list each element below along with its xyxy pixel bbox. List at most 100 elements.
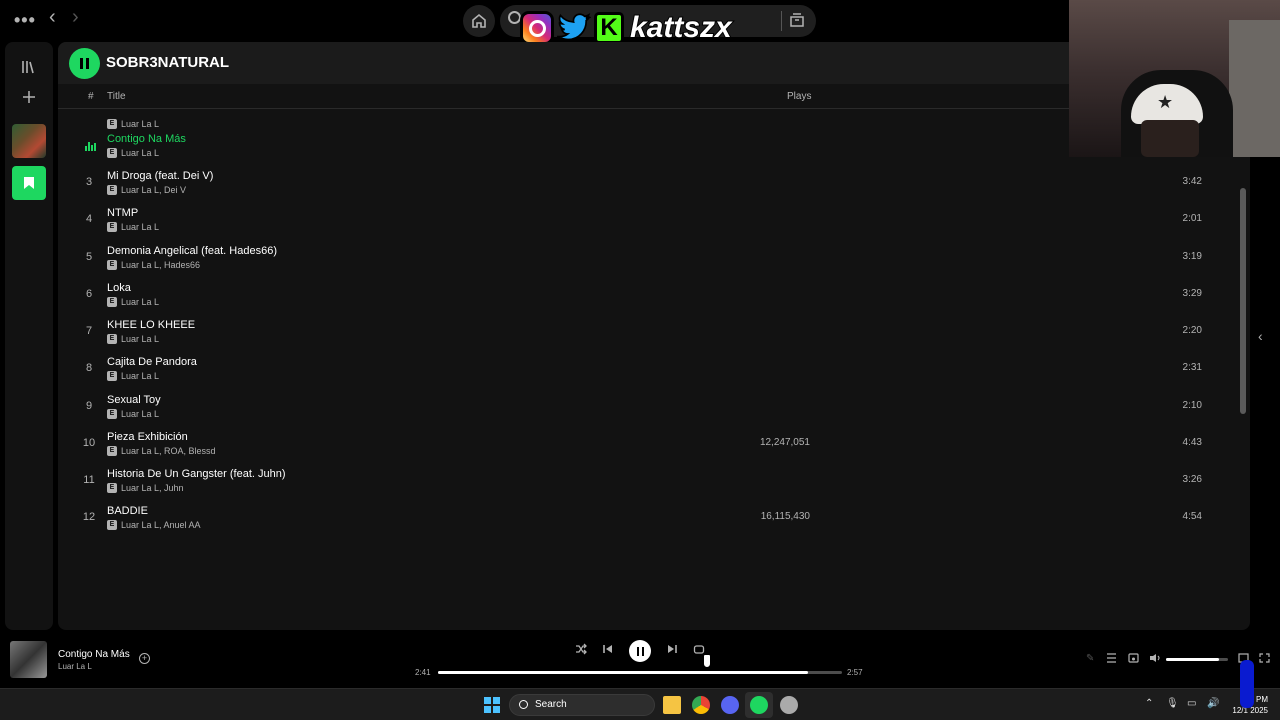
- back-arrow-icon[interactable]: ‹: [49, 6, 56, 29]
- track-number: 3: [85, 176, 93, 188]
- microphone-icon[interactable]: 🎙: [1166, 698, 1179, 709]
- explicit-badge: E: [107, 297, 117, 307]
- explicit-badge: E: [107, 185, 117, 195]
- track-row[interactable]: 3 Mi Droga (feat. Dei V) E Luar La L, Dei…: [58, 165, 1250, 202]
- instagram-icon: [520, 11, 554, 45]
- windows-taskbar: Search ⌃ 🎙 ▭ 🔊 8 PM 12/1 2025: [0, 688, 1280, 720]
- track-row[interactable]: 8 Cajita De Pandora E Luar La L 2:31: [58, 351, 1250, 388]
- previous-track-icon[interactable]: [602, 643, 614, 655]
- explicit-badge: E: [107, 446, 117, 456]
- now-playing-bar: Contigo Na Más Luar La L + 2:41 2:57 ✎: [0, 630, 1280, 688]
- track-row[interactable]: 11 Historia De Un Gangster (feat. Juhn) …: [58, 463, 1250, 500]
- liked-songs-button[interactable]: [12, 166, 46, 200]
- now-playing-cover-art[interactable]: [10, 641, 47, 678]
- track-title[interactable]: Contigo Na Más: [107, 133, 186, 145]
- home-button[interactable]: [463, 5, 495, 37]
- total-time: 2:57: [847, 668, 863, 677]
- volume-fill: [1166, 658, 1219, 661]
- track-duration: 2:01: [1182, 213, 1202, 224]
- album-pause-button[interactable]: [69, 48, 100, 79]
- track-artists: E Luar La L, Dei V: [107, 185, 186, 195]
- fullscreen-icon[interactable]: [1259, 653, 1270, 663]
- search-divider: [781, 11, 782, 31]
- track-duration: 3:26: [1182, 474, 1202, 485]
- explicit-badge: E: [107, 483, 117, 493]
- track-row[interactable]: 6 Loka E Luar La L 3:29: [58, 277, 1250, 314]
- add-to-library-icon[interactable]: +: [139, 653, 150, 664]
- now-playing-artist[interactable]: Luar La L: [58, 662, 92, 671]
- album-title: SOBR3NATURAL: [106, 54, 230, 71]
- track-number: 9: [85, 400, 93, 412]
- track-row[interactable]: 9 Sexual Toy E Luar La L 2:10: [58, 389, 1250, 426]
- track-title[interactable]: NTMP: [107, 207, 138, 219]
- track-row[interactable]: 5 Demonia Angelical (feat. Hades66) E Lua…: [58, 240, 1250, 277]
- taskbar-search[interactable]: Search: [509, 694, 655, 716]
- now-playing-title[interactable]: Contigo Na Más: [58, 649, 130, 660]
- track-row[interactable]: 7 KHEE LO KHEEE E Luar La L 2:20: [58, 314, 1250, 351]
- track-row[interactable]: 12 BADDIE E Luar La L, Anuel AA 16,115,43…: [58, 500, 1250, 537]
- expand-panel-chevron-icon[interactable]: ‹: [1258, 328, 1263, 344]
- track-title[interactable]: Mi Droga (feat. Dei V): [107, 170, 213, 182]
- volume-slider[interactable]: [1166, 658, 1228, 661]
- track-number: 12: [82, 511, 96, 523]
- track-title[interactable]: Loka: [107, 282, 131, 294]
- track-title[interactable]: KHEE LO KHEEE: [107, 319, 195, 331]
- track-title[interactable]: BADDIE: [107, 505, 148, 517]
- windows-start-icon[interactable]: [484, 697, 500, 713]
- library-button[interactable]: [12, 50, 46, 84]
- network-icon[interactable]: ▭: [1187, 698, 1196, 709]
- track-title[interactable]: Cajita De Pandora: [107, 356, 197, 368]
- app-icon[interactable]: [780, 696, 798, 714]
- track-number: 6: [85, 288, 93, 300]
- track-row[interactable]: 4 NTMP E Luar La L 2:01: [58, 202, 1250, 239]
- more-options-icon[interactable]: •••: [14, 10, 36, 31]
- now-playing-equalizer-icon: [85, 142, 96, 151]
- track-title[interactable]: Demonia Angelical (feat. Hades66): [107, 245, 277, 257]
- twitter-icon: [556, 11, 592, 45]
- mouse-cursor: [703, 654, 711, 668]
- track-duration: 3:19: [1182, 251, 1202, 262]
- track-artists: E Luar La L, Anuel AA: [107, 520, 201, 530]
- queue-icon[interactable]: [1106, 653, 1117, 663]
- explicit-badge: E: [107, 520, 117, 530]
- track-duration: 2:10: [1182, 400, 1202, 411]
- track-number: 4: [85, 213, 93, 225]
- track-artists: E Luar La L: [107, 371, 159, 381]
- volume-icon[interactable]: [1149, 653, 1161, 663]
- track-duration: 2:20: [1182, 325, 1202, 336]
- library-playlist-thumbnail[interactable]: [12, 124, 46, 158]
- next-track-icon[interactable]: [666, 643, 678, 655]
- search-icon: [519, 700, 528, 709]
- streamer-handle: kattszx: [629, 10, 733, 45]
- track-title[interactable]: Sexual Toy: [107, 394, 161, 406]
- explicit-badge: E: [107, 334, 117, 344]
- track-artists: E Luar La L: [107, 334, 159, 344]
- chrome-icon[interactable]: [692, 696, 710, 714]
- play-pause-button[interactable]: [629, 640, 651, 662]
- progress-bar[interactable]: [438, 671, 842, 674]
- tray-chevron-icon[interactable]: ⌃: [1145, 698, 1153, 709]
- file-explorer-icon[interactable]: [663, 696, 681, 714]
- track-number: 7: [85, 325, 93, 337]
- create-playlist-button[interactable]: [12, 80, 46, 114]
- home-icon: [472, 13, 486, 28]
- browse-icon[interactable]: [789, 12, 805, 28]
- track-title[interactable]: Pieza Exhibición: [107, 431, 188, 443]
- library-sidebar: [5, 42, 53, 630]
- tracklist-scrollbar[interactable]: [1240, 188, 1246, 414]
- shuffle-icon[interactable]: [575, 643, 587, 655]
- track-title[interactable]: Historia De Un Gangster (feat. Juhn): [107, 468, 286, 480]
- connect-device-icon[interactable]: [1128, 653, 1139, 663]
- plus-icon: [23, 91, 35, 103]
- pause-icon: [636, 646, 644, 656]
- explicit-badge: E: [107, 409, 117, 419]
- track-duration: 2:31: [1182, 362, 1202, 373]
- track-duration: 3:42: [1182, 176, 1202, 187]
- speaker-icon[interactable]: 🔊: [1207, 698, 1219, 709]
- forward-arrow-icon[interactable]: ›: [72, 6, 79, 29]
- track-row[interactable]: 10 Pieza Exhibición E Luar La L, ROA, Ble…: [58, 426, 1250, 463]
- discord-icon[interactable]: [721, 696, 739, 714]
- spotify-icon[interactable]: [750, 696, 768, 714]
- pencil-icon[interactable]: ✎: [1086, 653, 1094, 664]
- track-number: 11: [83, 474, 95, 486]
